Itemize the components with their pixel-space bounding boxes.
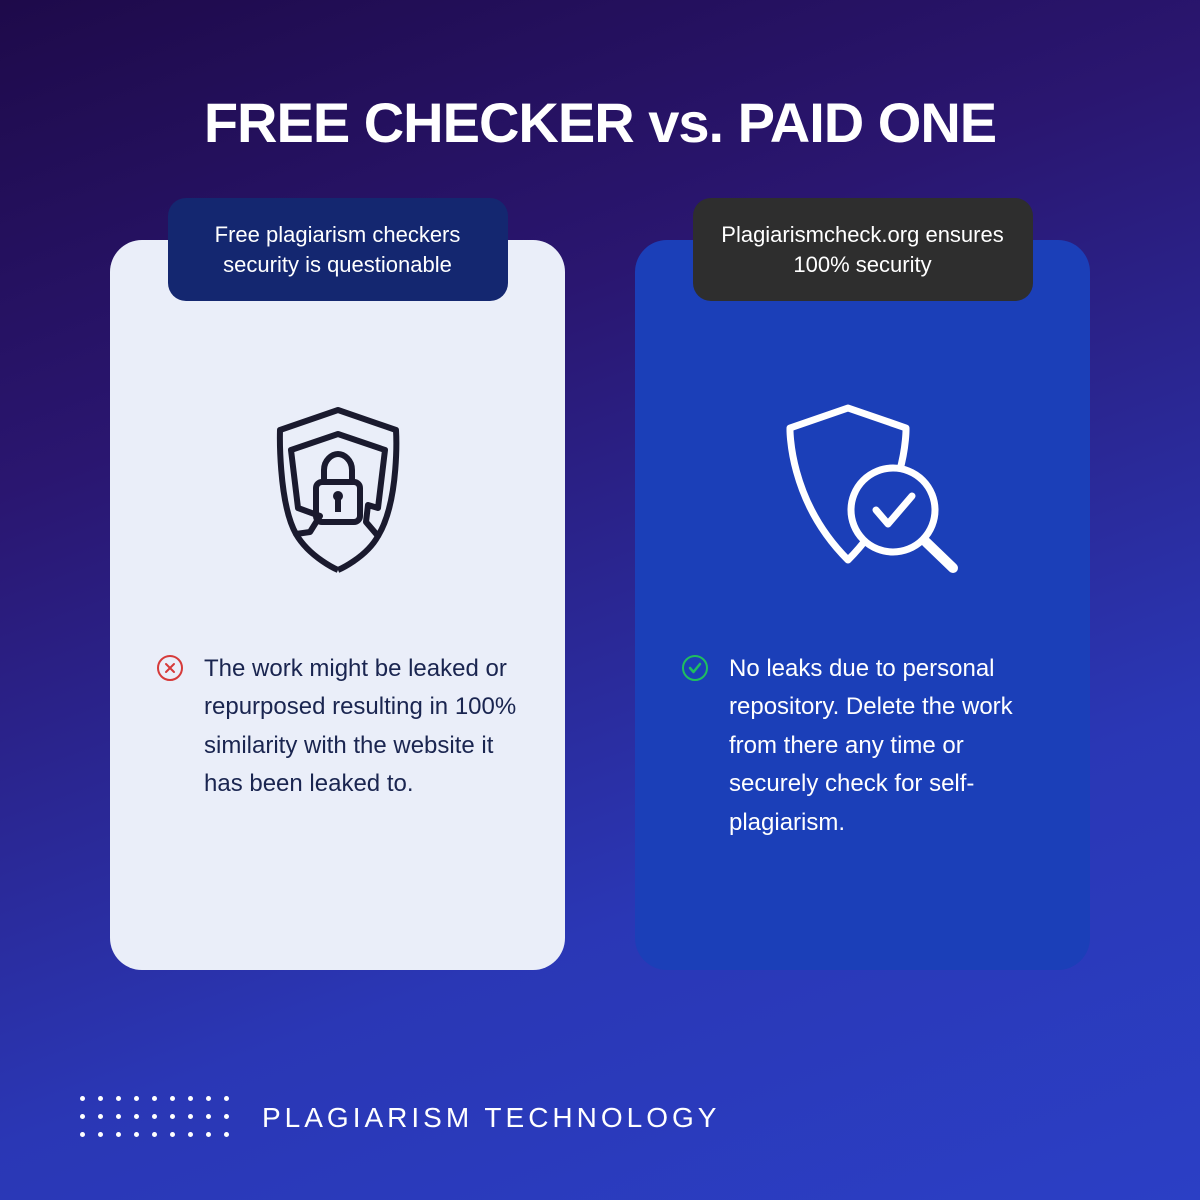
page-title: FREE CHECKER vs. PAID ONE xyxy=(0,0,1200,155)
check-circle-icon xyxy=(681,654,709,687)
free-checker-card: Free plagiarism checkers security is que… xyxy=(110,240,565,970)
x-circle-icon xyxy=(156,654,184,687)
shield-check-icon xyxy=(681,390,1044,590)
free-checker-badge: Free plagiarism checkers security is que… xyxy=(168,198,508,301)
paid-checker-description-row: No leaks due to personal repository. Del… xyxy=(681,650,1044,842)
paid-checker-card: Plagiarismcheck.org ensures 100% securit… xyxy=(635,240,1090,970)
paid-checker-badge: Plagiarismcheck.org ensures 100% securit… xyxy=(693,198,1033,301)
footer: PLAGIARISM TECHNOLOGY xyxy=(80,1096,720,1140)
dot-grid-icon xyxy=(80,1096,232,1140)
comparison-cards: Free plagiarism checkers security is que… xyxy=(0,240,1200,970)
free-checker-description: The work might be leaked or repurposed r… xyxy=(204,650,519,804)
paid-checker-description: No leaks due to personal repository. Del… xyxy=(729,650,1044,842)
footer-brand: PLAGIARISM TECHNOLOGY xyxy=(262,1102,720,1134)
free-checker-description-row: The work might be leaked or repurposed r… xyxy=(156,650,519,804)
broken-shield-icon xyxy=(156,390,519,590)
